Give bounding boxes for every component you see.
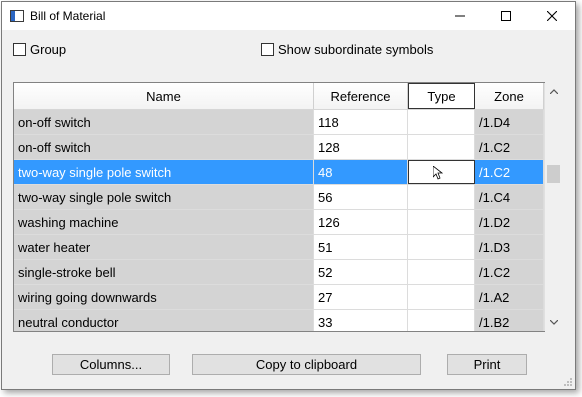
copy-to-clipboard-button[interactable]: Copy to clipboard xyxy=(192,354,421,375)
bom-table: Name Reference Type Zone on-off switch 11… xyxy=(13,82,545,332)
cell-reference[interactable]: 33 xyxy=(314,310,408,331)
cell-zone[interactable]: /1.C2 xyxy=(475,260,544,284)
cell-name[interactable]: washing machine xyxy=(14,210,314,234)
vertical-scrollbar[interactable] xyxy=(544,83,562,331)
resize-grip-icon[interactable] xyxy=(563,377,573,387)
cell-type[interactable] xyxy=(408,235,475,259)
cell-zone[interactable]: /1.D3 xyxy=(475,235,544,259)
columns-button[interactable]: Columns... xyxy=(52,354,170,375)
scroll-up-button[interactable] xyxy=(545,83,562,100)
table-header: Name Reference Type Zone xyxy=(14,83,544,110)
cell-type[interactable] xyxy=(408,285,475,309)
cell-reference[interactable]: 27 xyxy=(314,285,408,309)
window-title: Bill of Material xyxy=(30,9,106,23)
maximize-icon xyxy=(501,11,511,21)
print-button[interactable]: Print xyxy=(447,354,527,375)
cell-type[interactable] xyxy=(408,310,475,331)
cell-name[interactable]: two-way single pole switch xyxy=(14,185,314,209)
scroll-thumb[interactable] xyxy=(547,165,560,183)
cell-reference[interactable]: 48 xyxy=(314,160,408,184)
cell-type[interactable] xyxy=(408,160,475,184)
group-label: Group xyxy=(30,42,67,57)
scroll-down-button[interactable] xyxy=(545,314,562,331)
cell-zone[interactable]: /1.D4 xyxy=(475,110,544,134)
table-row[interactable]: water heater 51/1.D3 xyxy=(14,235,544,260)
subordinate-symbols-checkbox[interactable] xyxy=(261,43,274,56)
group-checkbox[interactable] xyxy=(13,43,26,56)
table-body: on-off switch 118/1.D4 on-off switch 128/1.… xyxy=(14,110,544,331)
column-header-name[interactable]: Name xyxy=(14,83,314,109)
title-bar: Bill of Material xyxy=(2,2,575,30)
maximize-button[interactable] xyxy=(483,2,529,30)
cell-zone[interactable]: /1.D2 xyxy=(475,210,544,234)
subordinate-checkbox-row[interactable]: Show subordinate symbols xyxy=(261,42,433,57)
cell-reference[interactable]: 128 xyxy=(314,135,408,159)
bill-of-material-window: Bill of Material Group Show subordinate … xyxy=(1,1,576,390)
chevron-up-icon xyxy=(549,89,558,94)
cell-type[interactable] xyxy=(408,210,475,234)
cell-name[interactable]: wiring going downwards xyxy=(14,285,314,309)
cell-name[interactable]: neutral conductor xyxy=(14,310,314,331)
table-row[interactable]: single-stroke bell 52/1.C2 xyxy=(14,260,544,285)
cell-reference[interactable]: 56 xyxy=(314,185,408,209)
minimize-icon xyxy=(455,15,465,17)
cell-type[interactable] xyxy=(408,110,475,134)
table-row[interactable]: two-way single pole switch 48/1.C2 xyxy=(14,160,544,185)
cell-type[interactable] xyxy=(408,185,475,209)
cell-zone[interactable]: /1.C2 xyxy=(475,160,544,184)
cell-reference[interactable]: 126 xyxy=(314,210,408,234)
cell-zone[interactable]: /1.C4 xyxy=(475,185,544,209)
cell-zone[interactable]: /1.A2 xyxy=(475,285,544,309)
chevron-down-icon xyxy=(549,320,558,325)
cell-zone[interactable]: /1.C2 xyxy=(475,135,544,159)
table-row[interactable]: washing machine 126/1.D2 xyxy=(14,210,544,235)
table-row[interactable]: on-off switch 128/1.C2 xyxy=(14,135,544,160)
cell-name[interactable]: two-way single pole switch xyxy=(14,160,314,184)
cell-name[interactable]: water heater xyxy=(14,235,314,259)
cell-name[interactable]: single-stroke bell xyxy=(14,260,314,284)
subordinate-symbols-label: Show subordinate symbols xyxy=(278,42,434,57)
close-icon xyxy=(547,11,557,21)
column-header-zone[interactable]: Zone xyxy=(475,83,544,109)
close-button[interactable] xyxy=(529,2,575,30)
table-row[interactable]: two-way single pole switch 56/1.C4 xyxy=(14,185,544,210)
cell-type[interactable] xyxy=(408,260,475,284)
group-checkbox-row[interactable]: Group xyxy=(13,42,66,57)
column-header-reference[interactable]: Reference xyxy=(314,83,408,109)
cell-type[interactable] xyxy=(408,135,475,159)
table-row[interactable]: wiring going downwards 27/1.A2 xyxy=(14,285,544,310)
column-header-type[interactable]: Type xyxy=(408,83,475,109)
cell-name[interactable]: on-off switch xyxy=(14,135,314,159)
cell-reference[interactable]: 52 xyxy=(314,260,408,284)
app-icon xyxy=(10,10,24,22)
mouse-cursor-icon xyxy=(433,166,443,180)
cell-reference[interactable]: 51 xyxy=(314,235,408,259)
minimize-button[interactable] xyxy=(437,2,483,30)
cell-reference[interactable]: 118 xyxy=(314,110,408,134)
table-row[interactable]: on-off switch 118/1.D4 xyxy=(14,110,544,135)
cell-zone[interactable]: /1.B2 xyxy=(475,310,544,331)
table-row[interactable]: neutral conductor 33/1.B2 xyxy=(14,310,544,331)
cell-name[interactable]: on-off switch xyxy=(14,110,314,134)
